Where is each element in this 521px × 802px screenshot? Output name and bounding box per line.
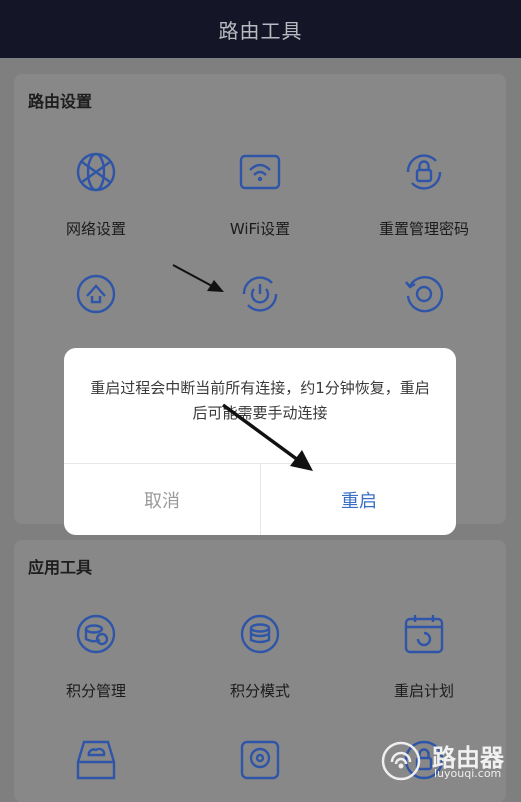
wifi-router-icon	[236, 148, 284, 196]
tile-factory-reset[interactable]	[342, 270, 506, 350]
watermark-logo-icon	[380, 740, 422, 782]
tile-location[interactable]	[178, 736, 342, 796]
reset-icon	[400, 270, 448, 318]
tile-label: 积分模式	[229, 682, 290, 700]
cloud-storage-icon	[72, 736, 120, 784]
tile-cloud-storage[interactable]	[14, 736, 178, 796]
cancel-button[interactable]: 取消	[64, 464, 260, 535]
page-title: 路由工具	[218, 18, 303, 43]
upgrade-icon	[72, 270, 120, 318]
tile-upgrade[interactable]	[14, 270, 178, 350]
watermark-site: luyouqi.com	[434, 767, 502, 780]
tile-label: WiFi设置	[229, 220, 291, 238]
tile-label: 积分管理	[65, 682, 126, 700]
tile-restart-schedule[interactable]: 重启计划	[342, 610, 506, 710]
tile-network-settings[interactable]: 网络设置	[14, 148, 178, 248]
tile-wifi-settings[interactable]: WiFi设置	[178, 148, 342, 248]
globe-icon	[72, 148, 120, 196]
restart-button[interactable]: 重启	[261, 464, 456, 535]
restart-confirm-dialog: 重启过程会中断当前所有连接，约1分钟恢复，重启后可能需要手动连接 取消 重启	[64, 348, 456, 535]
watermark: 路由器 luyouqi.com	[380, 736, 510, 786]
tile-label: 网络设置	[65, 220, 126, 238]
tile-points-management[interactable]: 积分管理	[14, 610, 178, 710]
restart-schedule-icon	[400, 610, 448, 658]
restart-icon	[236, 270, 284, 318]
section-title-app: 应用工具	[28, 558, 93, 577]
points-management-icon	[72, 610, 120, 658]
dialog-message: 重启过程会中断当前所有连接，约1分钟恢复，重启后可能需要手动连接	[90, 379, 430, 422]
tile-points-mode[interactable]: 积分模式	[178, 610, 342, 710]
lock-reset-icon	[400, 148, 448, 196]
points-mode-icon	[236, 610, 284, 658]
tile-label: 重启计划	[393, 682, 454, 700]
tile-label: 重置管理密码	[378, 220, 469, 238]
location-icon	[236, 736, 284, 784]
top-bar: 路由工具	[0, 0, 521, 58]
section-title-router: 路由设置	[28, 92, 93, 111]
tile-reset-admin-password[interactable]: 重置管理密码	[342, 148, 506, 248]
tile-restart[interactable]	[178, 270, 342, 350]
